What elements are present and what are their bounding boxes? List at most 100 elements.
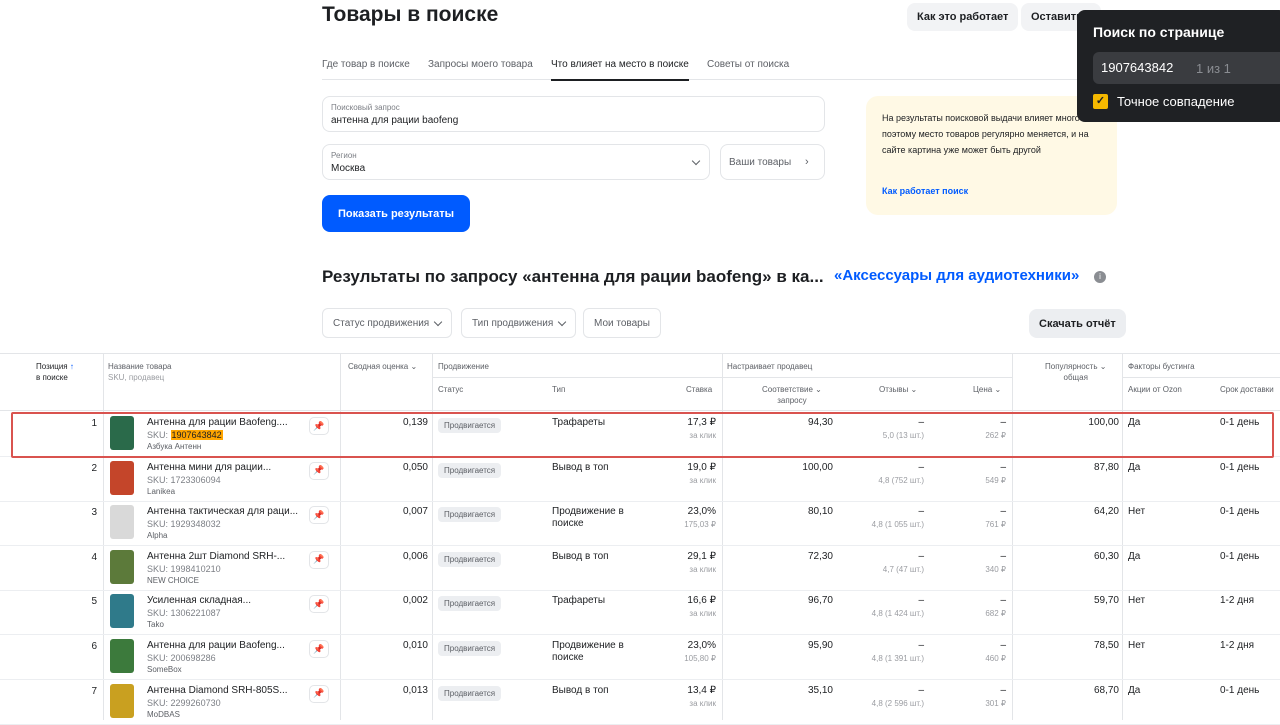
promo-type-label: Тип продвижения [472,317,554,329]
how-search-works-link[interactable]: Как работает поиск [882,186,968,196]
row-popularity: 87,80 [1093,461,1119,473]
col-score[interactable]: Сводная оценка ⌄ [348,361,417,372]
col-popularity[interactable]: Популярность ⌄ общая [1045,361,1106,383]
find-input[interactable]: 1907643842 1 из 1 [1093,52,1280,84]
table-row[interactable]: 2 Антенна мини для рации... SKU: 1723306… [0,457,1280,502]
pin-icon[interactable]: 📌 [309,506,329,525]
pin-icon[interactable]: 📌 [309,640,329,658]
row-score: 0,010 [402,640,428,651]
col-reviews[interactable]: Отзывы ⌄ [879,384,917,395]
row-price-sub: 682 ₽ [985,609,1006,619]
row-reviews: – [918,595,924,607]
region-label: Регион [331,151,357,160]
promo-type-filter[interactable]: Тип продвижения [461,308,577,338]
pin-icon[interactable]: 📌 [309,550,329,569]
pin-icon[interactable]: 📌 [309,417,329,435]
chevron-down-icon [433,317,443,326]
table-row[interactable]: 7 Антенна Diamond SRH-805S... SKU: 22992… [0,680,1280,725]
search-query-field[interactable]: Поисковый запрос антенна для рации baofe… [322,96,825,132]
pin-icon[interactable]: 📌 [309,684,329,703]
col-boost: Факторы бустинга [1128,362,1195,371]
row-delivery: 0-1 день [1220,506,1260,518]
col-delivery: Срок доставки [1220,385,1274,394]
tab-ranking-factors[interactable]: Что влияет на место в поиске [551,59,689,81]
row-delivery: 0-1 день [1220,461,1260,473]
results-title: Результаты по запросу «антенна для рации… [322,267,824,286]
row-rate: 23,0% [687,506,716,518]
row-rate-sub: 175,03 ₽ [684,520,716,530]
promo-type: Трафареты [552,595,606,607]
product-name[interactable]: Антенна для рации Baofeng.... [147,417,302,429]
product-thumbnail[interactable] [110,594,134,629]
promo-type: Трафареты [552,417,606,428]
table-row[interactable]: 1 Антенна для рации Baofeng.... SKU: 190… [0,412,1280,457]
col-price[interactable]: Цена ⌄ [973,384,1001,395]
row-position: 6 [91,641,97,652]
table-row[interactable]: 5 Усиленная складная... SKU: 1306221087 … [0,590,1280,636]
row-match: 35,10 [807,684,833,696]
table-row[interactable]: 4 Антенна 2шт Diamond SRH-... SKU: 19984… [0,546,1280,591]
product-name[interactable]: Антенна мини для рации... [147,462,302,474]
tab-search-tips[interactable]: Советы от поиска [707,59,789,70]
table-row[interactable]: 6 Антенна для рации Baofeng... SKU: 2006… [0,635,1280,680]
product-sku: SKU: 1907643842 [147,430,223,440]
show-results-button[interactable]: Показать результаты [322,195,470,232]
row-ozon: Нет [1128,506,1146,518]
product-thumbnail[interactable] [110,460,134,495]
product-thumbnail[interactable] [110,683,134,718]
row-reviews: – [918,506,924,518]
row-rate: 19,0 ₽ [687,461,716,473]
product-name[interactable]: Антенна Diamond SRH-805S... [147,685,302,697]
status-badge: Продвигается [438,685,502,701]
row-delivery: 0-1 день [1220,417,1260,428]
product-sku: SKU: 1998410210 [147,563,221,574]
product-seller: NEW CHOICE [147,575,199,585]
promo-status-filter[interactable]: Статус продвижения [322,308,453,338]
product-thumbnail[interactable] [110,549,134,584]
row-delivery: 1-2 дня [1220,640,1255,651]
row-reviews: – [918,684,924,696]
row-reviews-sub: 4,8 (752 шт.) [878,475,924,485]
region-select[interactable]: Регион Москва [322,144,710,180]
how-it-works-button[interactable]: Как это работает [907,3,1019,31]
row-popularity: 59,70 [1093,595,1119,607]
info-icon[interactable]: i [1094,271,1106,283]
tab-my-queries[interactable]: Запросы моего товара [428,59,533,70]
row-rate-sub: за клик [689,431,716,440]
row-position: 4 [91,551,97,563]
product-sku: SKU: 1929348032 [147,519,221,530]
your-goods-label: Ваши товары [729,156,792,168]
row-reviews-sub: 4,8 (1 055 шт.) [871,520,924,530]
row-position: 1 [91,418,97,429]
category-link[interactable]: «Аксессуары для аудиотехники» [834,267,1079,284]
row-position: 2 [91,462,97,474]
row-popularity: 68,70 [1093,684,1119,696]
row-price-sub: 301 ₽ [985,698,1006,708]
row-score: 0,139 [402,417,428,428]
row-delivery: 0-1 день [1220,550,1260,562]
pin-icon[interactable]: 📌 [309,595,329,614]
exact-match-checkbox[interactable]: ✓ [1093,94,1108,109]
region-value: Москва [331,163,366,174]
col-match[interactable]: Соответствие ⌄ запросу [762,384,822,406]
product-name[interactable]: Усиленная складная... [147,595,302,607]
my-goods-filter[interactable]: Мои товары [583,308,661,338]
tab-where-in-search[interactable]: Где товар в поиске [322,59,410,70]
product-name[interactable]: Антенна для рации Baofeng... [147,640,302,652]
pin-icon[interactable]: 📌 [309,461,329,480]
table-row[interactable]: 3 Антенна тактическая для раци... SKU: 1… [0,501,1280,547]
product-thumbnail[interactable] [110,505,134,540]
product-thumbnail[interactable] [110,639,134,673]
product-name[interactable]: Антенна тактическая для раци... [147,506,302,518]
row-reviews-sub: 4,7 (47 шт.) [882,564,924,574]
your-goods-button[interactable]: Ваши товары › [720,144,825,180]
row-delivery: 1-2 дня [1220,595,1255,607]
promo-status-label: Статус продвижения [333,317,430,329]
product-name[interactable]: Антенна 2шт Diamond SRH-... [147,551,302,563]
product-thumbnail[interactable] [110,416,134,450]
col-position[interactable]: Позиция ↑ в поиске [36,361,74,383]
search-query-value[interactable]: антенна для рации baofeng [331,115,458,126]
row-price-sub: 460 ₽ [985,654,1006,663]
download-report-button[interactable]: Скачать отчёт [1029,309,1126,338]
row-popularity: 100,00 [1088,417,1119,428]
